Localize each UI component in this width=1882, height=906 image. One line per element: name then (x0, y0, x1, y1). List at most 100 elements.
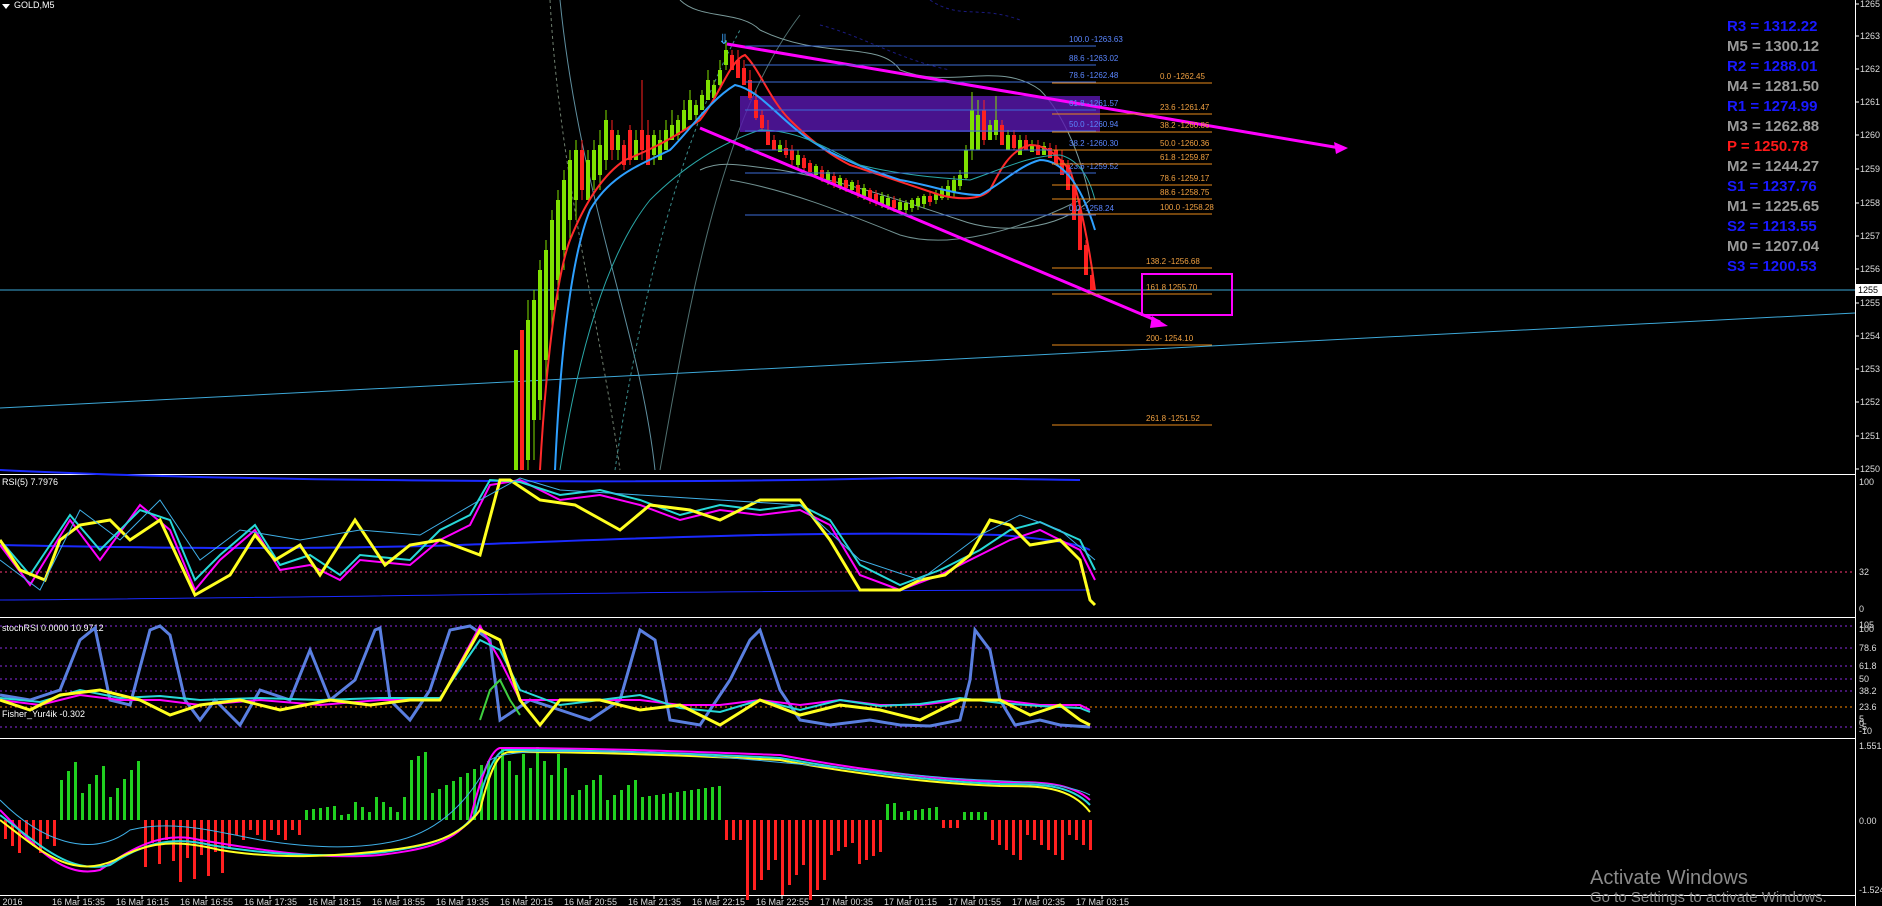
fisher-bar (837, 820, 840, 851)
fisher-bar (585, 785, 588, 820)
candle-body (628, 130, 632, 160)
fisher-bar (193, 820, 196, 879)
fisher-bar (991, 820, 994, 840)
fisher-bar (151, 820, 154, 843)
indicator-level-label: 32 (1859, 567, 1869, 577)
price-tick-label: 1250 (1860, 464, 1880, 474)
time-tick-label: 16 Mar 2016 (0, 897, 23, 906)
fisher-bar (235, 820, 238, 835)
fisher-bar (1040, 820, 1043, 845)
candle-body (964, 150, 968, 178)
stochrsi-panel[interactable]: stochRSI 0.0000 10.9712 (0, 623, 1855, 729)
candle-body (976, 115, 980, 150)
fisher-bar (1005, 820, 1008, 850)
candle-body (820, 170, 824, 178)
time-tick-label: 17 Mar 00:35 (820, 897, 873, 906)
fisher-levels: 1.551 0.00 -1.524 (1859, 741, 1882, 895)
fisher-bar (312, 809, 315, 820)
price-tick-label: 1254 (1860, 331, 1880, 341)
pivot-label: R3 = 1312.22 (1727, 18, 1818, 35)
fib-ext-label: 50.0 -1260.36 (1160, 139, 1210, 148)
fisher-bar (893, 803, 896, 820)
price-tick-label: 1253 (1860, 364, 1880, 374)
candle-body (844, 180, 848, 188)
fisher-bar (956, 820, 959, 828)
fisher-bar (774, 820, 777, 860)
candle-body (760, 115, 764, 128)
fisher-bar (319, 808, 322, 820)
fisher-bar (900, 812, 903, 820)
candle-body (1012, 135, 1016, 148)
fisher-bar (928, 808, 931, 820)
pivot-label: S1 = 1237.76 (1727, 178, 1817, 195)
time-tick-label: 16 Mar 22:55 (756, 897, 809, 906)
fisher-bar (543, 761, 546, 820)
dropdown-icon[interactable] (2, 4, 10, 9)
price-tick-label: 1257 (1860, 231, 1880, 241)
candle-body (1084, 245, 1088, 275)
fisher-bar (53, 820, 56, 846)
fisher-bar (361, 807, 364, 820)
rsi-panel[interactable]: RSI(5) 7.7976 (0, 469, 1855, 607)
fib-ext-label: 61.8 -1259.87 (1160, 153, 1210, 162)
trading-chart[interactable]: GOLD,M5 ⇓ 100.0 -1263.6388.6 -1263.0278.… (0, 0, 1882, 906)
fisher-bar (641, 797, 644, 820)
fisher-bar (739, 820, 742, 840)
fisher-bar (767, 820, 770, 870)
fisher-bar (501, 747, 504, 820)
watermark-title: Activate Windows (1590, 867, 1748, 889)
candle-body (928, 196, 932, 202)
candle-body (850, 182, 854, 190)
fisher-bar (347, 814, 350, 820)
fib-level-label: 78.6 -1262.48 (1069, 71, 1119, 80)
pivot-label: M5 = 1300.12 (1727, 38, 1819, 55)
candle-body (598, 145, 602, 175)
fisher-bar (753, 820, 756, 890)
fisher-bar (88, 784, 91, 820)
candle-body (562, 180, 566, 250)
candle-body (688, 100, 692, 120)
pivot-label: R2 = 1288.01 (1727, 58, 1818, 75)
fisher-bar (305, 810, 308, 820)
fisher-bar (949, 820, 952, 828)
price-tick-label: 1259 (1860, 164, 1880, 174)
candle-body (544, 250, 548, 360)
candle-body (694, 105, 698, 115)
fisher-bar (872, 820, 875, 856)
fisher-bar (1082, 820, 1085, 845)
fisher-bar (130, 770, 133, 820)
symbol-title[interactable]: GOLD,M5 (2, 0, 55, 10)
time-tick-label: 16 Mar 21:35 (628, 897, 681, 906)
price-tick-label: 1256 (1860, 264, 1880, 274)
fisher-bar (844, 820, 847, 847)
time-tick-label: 17 Mar 01:55 (948, 897, 1001, 906)
panel-separators (0, 0, 1856, 906)
price-tick-label: 1258 (1860, 198, 1880, 208)
candle-body (994, 120, 998, 135)
current-price-marker: 1255 (1856, 284, 1882, 296)
fisher-bar (1033, 820, 1036, 840)
indicator-level-label: 0 (1859, 604, 1864, 614)
fisher-bar (116, 788, 119, 820)
fisher-bar (417, 756, 420, 820)
fisher-bar (81, 793, 84, 820)
fisher-bar (1026, 820, 1029, 835)
time-tick-label: 16 Mar 20:15 (500, 897, 553, 906)
candle-body (652, 135, 656, 155)
fisher-bar (459, 777, 462, 820)
fisher-bar (368, 812, 371, 820)
fisher-bar (760, 820, 763, 880)
candle-body (574, 150, 578, 200)
candle-body (988, 125, 992, 140)
fisher-bar (1068, 820, 1071, 835)
fisher-panel[interactable]: Fisher_Yur4ik -0.302 (0, 709, 1092, 900)
fisher-bar (382, 802, 385, 820)
fisher-bar (179, 820, 182, 882)
fisher-bar (1089, 820, 1092, 850)
fisher-bar (683, 791, 686, 820)
time-tick-label: 16 Mar 17:35 (244, 897, 297, 906)
fisher-bar (1019, 820, 1022, 860)
fisher-bar (410, 760, 413, 820)
candle-body (526, 320, 530, 460)
candle-body (514, 350, 518, 470)
